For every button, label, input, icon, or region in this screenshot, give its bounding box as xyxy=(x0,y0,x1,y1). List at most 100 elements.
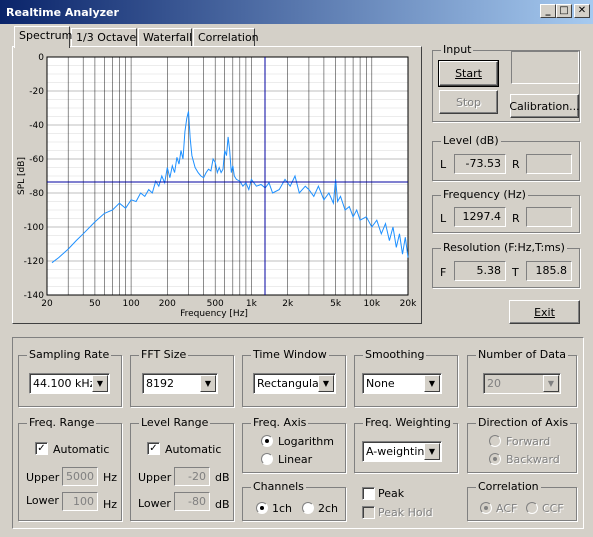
y-tick-label: -80 xyxy=(29,189,44,199)
channels-2ch-radio[interactable] xyxy=(302,502,314,514)
level-range-upper-label: Upper xyxy=(138,471,172,484)
direction-of-axis-title: Direction of Axis xyxy=(476,416,571,429)
level-range-upper-unit: dB xyxy=(215,471,230,484)
peak-label: Peak xyxy=(378,487,405,500)
exit-button-label: Exit xyxy=(534,305,555,319)
calibration-button-label: Calibration... xyxy=(509,99,580,113)
freq-range-automatic-label: Automatic xyxy=(53,443,110,456)
chevron-down-icon: ▼ xyxy=(200,375,216,392)
smoothing-title: Smoothing xyxy=(363,348,427,361)
sampling-rate-value: 44.100 kHz xyxy=(33,377,96,390)
time-window-title: Time Window xyxy=(251,348,329,361)
direction-forward-label: Forward xyxy=(506,435,551,448)
freq-range-upper-label: Upper xyxy=(26,471,60,484)
freq-range-title: Freq. Range xyxy=(27,416,97,429)
number-of-data-select[interactable]: 20 ▼ xyxy=(483,373,561,394)
freq-axis-title: Freq. Axis xyxy=(251,416,309,429)
freq-range-automatic-checkbox[interactable]: ✓ xyxy=(35,442,48,455)
direction-forward-radio[interactable] xyxy=(489,435,501,447)
x-tick-label: 10k xyxy=(363,299,380,309)
fft-size-value: 8192 xyxy=(146,377,174,390)
channels-title: Channels xyxy=(251,480,306,493)
level-range-automatic-label: Automatic xyxy=(165,443,222,456)
start-button[interactable]: Start xyxy=(438,60,499,87)
channels-1ch-label: 1ch xyxy=(272,502,293,515)
freq-range-lower-unit: Hz xyxy=(103,498,118,511)
freq-weighting-title: Freq. Weighting xyxy=(363,416,453,429)
y-tick-label: -40 xyxy=(29,121,44,131)
fft-size-title: FFT Size xyxy=(139,348,189,361)
x-tick-label: 100 xyxy=(123,299,140,309)
x-tick-label: 1k xyxy=(246,299,258,309)
level-range-upper-input[interactable]: -20 xyxy=(174,467,210,486)
freq-weighting-select[interactable]: A-weighting ▼ xyxy=(362,441,442,462)
resolution-t-value: 185.8 xyxy=(526,261,572,281)
sampling-rate-select[interactable]: 44.100 kHz ▼ xyxy=(29,373,110,394)
y-tick-label: -20 xyxy=(29,87,44,97)
calibration-button[interactable]: Calibration... xyxy=(509,94,580,118)
y-tick-label: -140 xyxy=(24,291,45,301)
y-tick-label: -120 xyxy=(24,257,45,267)
chevron-down-icon: ▼ xyxy=(543,375,559,392)
exit-button[interactable]: Exit xyxy=(509,300,580,324)
y-tick-label: 0 xyxy=(38,53,44,63)
chevron-down-icon: ▼ xyxy=(318,375,334,392)
input-display xyxy=(511,51,579,84)
maximize-button[interactable]: □ xyxy=(556,4,572,18)
time-window-select[interactable]: Rectangular ▼ xyxy=(253,373,336,394)
time-window-value: Rectangular xyxy=(257,377,324,390)
peak-hold-checkbox[interactable] xyxy=(362,506,375,519)
correlation-acf-label: ACF xyxy=(496,502,518,515)
fft-size-select[interactable]: 8192 ▼ xyxy=(142,373,218,394)
stop-button-label: Stop xyxy=(455,95,481,109)
smoothing-value: None xyxy=(366,377,395,390)
correlation-ccf-label: CCF xyxy=(542,502,564,515)
close-button[interactable]: ✕ xyxy=(574,4,590,18)
freq-range-upper-input[interactable]: 5000 xyxy=(62,467,98,486)
correlation-acf-radio[interactable] xyxy=(480,502,492,514)
x-tick-label: 20k xyxy=(400,299,417,309)
y-tick-label: -60 xyxy=(29,155,44,165)
chevron-down-icon: ▼ xyxy=(92,375,108,392)
spectrum-chart: 20 50 100 200 500 1k 2k 5k 10k 20k0-20-40-60-80-1… xyxy=(17,53,417,319)
frequency-l-label: L xyxy=(440,212,447,225)
tab-third-octave[interactable]: 1/3 Octave xyxy=(71,28,137,46)
y-tick-label: -100 xyxy=(24,223,45,233)
level-l-label: L xyxy=(440,158,447,171)
resolution-f-label: F xyxy=(440,266,447,279)
smoothing-select[interactable]: None ▼ xyxy=(362,373,442,394)
x-tick-label: 5k xyxy=(330,299,342,309)
freq-axis-linear-label: Linear xyxy=(278,453,313,466)
tab-correlation[interactable]: Correlation xyxy=(193,28,259,46)
tab-spectrum[interactable]: Spectrum xyxy=(14,26,72,48)
direction-backward-radio[interactable] xyxy=(489,453,501,465)
minimize-button[interactable]: _ xyxy=(540,4,556,18)
frequency-r-label: R xyxy=(512,212,520,225)
resolution-f-value: 5.38 xyxy=(454,261,506,281)
x-tick-label: 2k xyxy=(282,299,294,309)
tab-waterfall[interactable]: Waterfall xyxy=(138,28,192,46)
level-range-lower-input[interactable]: -80 xyxy=(174,492,210,511)
chevron-down-icon: ▼ xyxy=(424,443,440,460)
channels-1ch-radio[interactable] xyxy=(256,502,268,514)
level-r-value xyxy=(526,154,572,174)
x-axis-label: Frequency [Hz] xyxy=(180,309,248,319)
number-of-data-value: 20 xyxy=(487,377,501,390)
frequency-group-title: Frequency (Hz) xyxy=(441,188,528,201)
level-range-automatic-checkbox[interactable]: ✓ xyxy=(147,442,160,455)
freq-axis-linear-radio[interactable] xyxy=(261,453,273,465)
freq-axis-logarithm-label: Logarithm xyxy=(278,435,334,448)
level-range-lower-unit: dB xyxy=(215,498,230,511)
freq-range-upper-unit: Hz xyxy=(103,471,118,484)
y-axis-label: SPL [dB] xyxy=(17,157,27,195)
sampling-rate-title: Sampling Rate xyxy=(27,348,112,361)
frequency-r-value xyxy=(526,207,572,227)
x-tick-label: 500 xyxy=(207,299,224,309)
freq-range-lower-input[interactable]: 100 xyxy=(62,492,98,511)
freq-axis-logarithm-radio[interactable] xyxy=(261,435,273,447)
stop-button[interactable]: Stop xyxy=(439,90,498,114)
frequency-l-value: 1297.4 xyxy=(454,207,506,227)
peak-checkbox[interactable] xyxy=(362,487,375,500)
correlation-ccf-radio[interactable] xyxy=(526,502,538,514)
number-of-data-title: Number of Data xyxy=(476,348,569,361)
